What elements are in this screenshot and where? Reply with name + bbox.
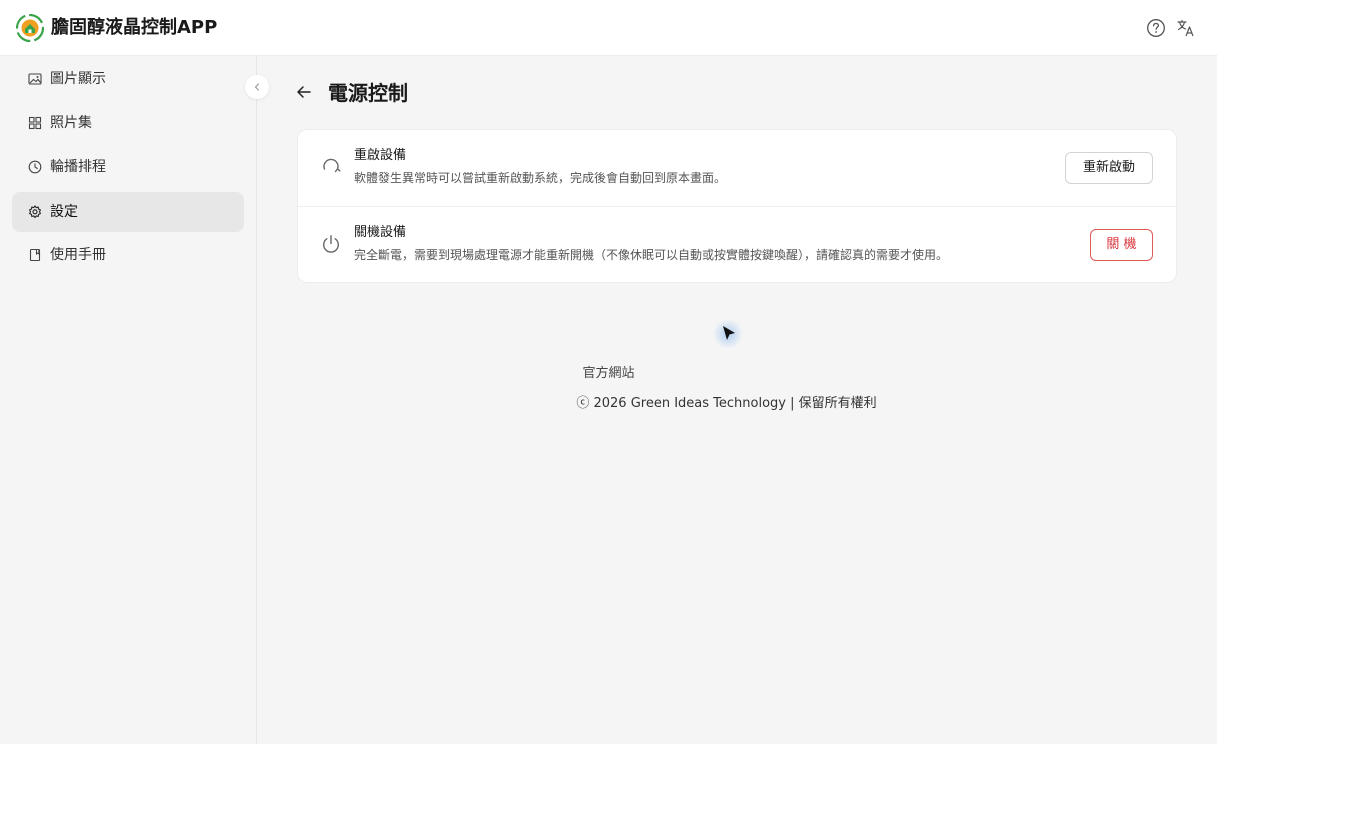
shutdown-button[interactable]: 關 機 [1090, 229, 1153, 261]
page-title: 電源控制 [328, 81, 408, 105]
restart-button[interactable]: 重新啟動 [1065, 152, 1153, 184]
sidebar-item-label: 圖片顯示 [50, 71, 106, 87]
mouse-cursor-icon [713, 319, 743, 349]
book-icon [29, 248, 41, 262]
sidebar-item-user-manual[interactable]: 使用手冊 [12, 235, 244, 275]
sidebar-item-label: 照片集 [50, 115, 92, 131]
clock-icon [28, 160, 42, 174]
app-title: 膽固醇液晶控制APP [51, 17, 218, 38]
shutdown-description: 完全斷電，需要到現場處理電源才能重新開機（不像休眠可以自動或按實體按鍵喚醒），請… [354, 248, 949, 262]
sidebar-item-image-display[interactable]: 圖片顯示 [12, 59, 244, 99]
sidebar-item-label: 輪播排程 [50, 159, 106, 175]
official-website-link[interactable]: 官方網站 [0, 365, 1217, 383]
refresh-icon [323, 158, 341, 173]
image-icon [28, 73, 42, 85]
footer-copyright: ⓒ 2026 Green Ideas Technology | 保留所有權利 [118, 395, 1335, 413]
help-circle-icon[interactable] [1146, 18, 1166, 38]
sidebar-item-photo-album[interactable]: 照片集 [12, 103, 244, 143]
power-icon [323, 235, 339, 253]
restart-title: 重啟設備 [354, 148, 407, 163]
restart-description: 軟體發生異常時可以嘗試重新啟動系統，完成後會自動回到原本畫面。 [354, 171, 727, 185]
shutdown-title: 關機設備 [354, 225, 407, 240]
sidebar-item-carousel-schedule[interactable]: 輪播排程 [12, 147, 244, 187]
back-arrow-icon[interactable] [294, 82, 314, 102]
copyright-text: ⓒ 2026 Green Ideas Technology | 保留所有權利 [576, 396, 877, 411]
shutdown-row: 關機設備 完全斷電，需要到現場處理電源才能重新開機（不像休眠可以自動或按實體按鍵… [298, 207, 1176, 284]
grid-icon [28, 116, 42, 130]
sidebar-collapse-button[interactable] [245, 75, 269, 99]
app-window: 膽固醇液晶控制APP 圖片顯示 照片集 輪播排程 設定 使用手冊 電源控制 重啟… [0, 0, 1217, 744]
power-control-card: 重啟設備 軟體發生異常時可以嘗試重新啟動系統，完成後會自動回到原本畫面。 重新啟… [297, 129, 1177, 283]
translate-icon[interactable] [1176, 18, 1196, 38]
sidebar-item-settings[interactable]: 設定 [12, 192, 244, 232]
restart-row: 重啟設備 軟體發生異常時可以嘗試重新啟動系統，完成後會自動回到原本畫面。 重新啟… [298, 130, 1176, 207]
chevron-left-icon [254, 83, 260, 91]
gear-icon [29, 205, 41, 219]
sidebar-item-label: 設定 [50, 204, 78, 220]
top-header: 膽固醇液晶控制APP [0, 0, 1217, 56]
app-logo-icon [16, 14, 44, 42]
sidebar-item-label: 使用手冊 [50, 247, 106, 263]
